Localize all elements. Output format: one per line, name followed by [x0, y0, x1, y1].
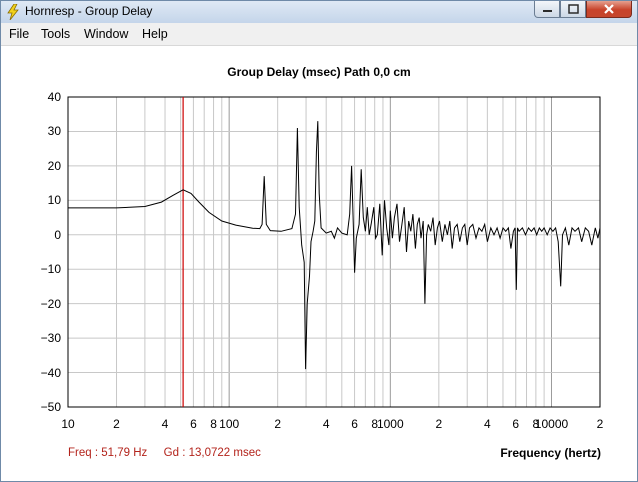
minimize-icon: [543, 10, 552, 12]
x-tick-label: 6: [351, 417, 358, 431]
close-button[interactable]: [586, 1, 632, 18]
menu-tools[interactable]: Tools: [41, 27, 70, 41]
y-tick-label: −10: [40, 262, 61, 277]
minimize-button[interactable]: [534, 1, 560, 18]
x-tick-label: 2: [435, 417, 443, 431]
x-tick-label: 4: [322, 417, 330, 431]
y-tick-label: 0: [54, 227, 61, 242]
menu-bar: File Tools Window Help: [1, 23, 637, 46]
menu-window[interactable]: Window: [84, 27, 128, 41]
gd-readout: Gd : 13,0722 msec: [163, 447, 261, 459]
x-tick-label: 10000: [534, 417, 569, 431]
x-tick-label: 2: [274, 417, 282, 431]
title-bar[interactable]: Hornresp - Group Delay: [1, 1, 637, 23]
y-tick-label: 20: [47, 158, 61, 173]
maximize-button[interactable]: [560, 1, 586, 18]
window-title: Hornresp - Group Delay: [25, 4, 153, 18]
lightning-bolt-icon: [7, 4, 19, 20]
close-icon: [604, 4, 614, 14]
menu-help[interactable]: Help: [142, 27, 168, 41]
cursor-readout: Freq : 51,79 Hz Gd : 13,0722 msec: [68, 447, 261, 459]
menu-file[interactable]: File: [9, 27, 29, 41]
freq-readout: Freq : 51,79 Hz: [68, 447, 148, 459]
y-tick-label: 10: [47, 193, 61, 208]
x-tick-label: 1000: [376, 417, 404, 431]
x-tick-label: 6: [512, 417, 520, 431]
maximize-icon: [568, 4, 579, 14]
y-tick-label: −30: [40, 331, 61, 346]
y-tick-label: −20: [40, 296, 61, 311]
x-axis-label: Frequency (hertz): [500, 446, 601, 460]
y-tick-label: −40: [40, 365, 61, 380]
x-tick-label: 8: [210, 417, 217, 431]
x-tick-label: 6: [190, 417, 197, 431]
x-tick-label: 2: [596, 417, 604, 431]
app-window: Hornresp - Group Delay File Tools Window…: [0, 0, 638, 482]
x-tick-label: 100: [219, 417, 240, 431]
x-tick-label: 2: [113, 417, 120, 431]
plot-area: [68, 97, 600, 407]
x-tick-label: 4: [161, 417, 169, 431]
x-tick-label: 4: [484, 417, 491, 431]
y-tick-label: 40: [47, 90, 61, 104]
x-tick-label: 10: [61, 417, 75, 431]
y-tick-label: −50: [40, 400, 61, 414]
group-delay-chart[interactable]: [1, 46, 637, 446]
y-tick-label: 30: [47, 124, 61, 139]
